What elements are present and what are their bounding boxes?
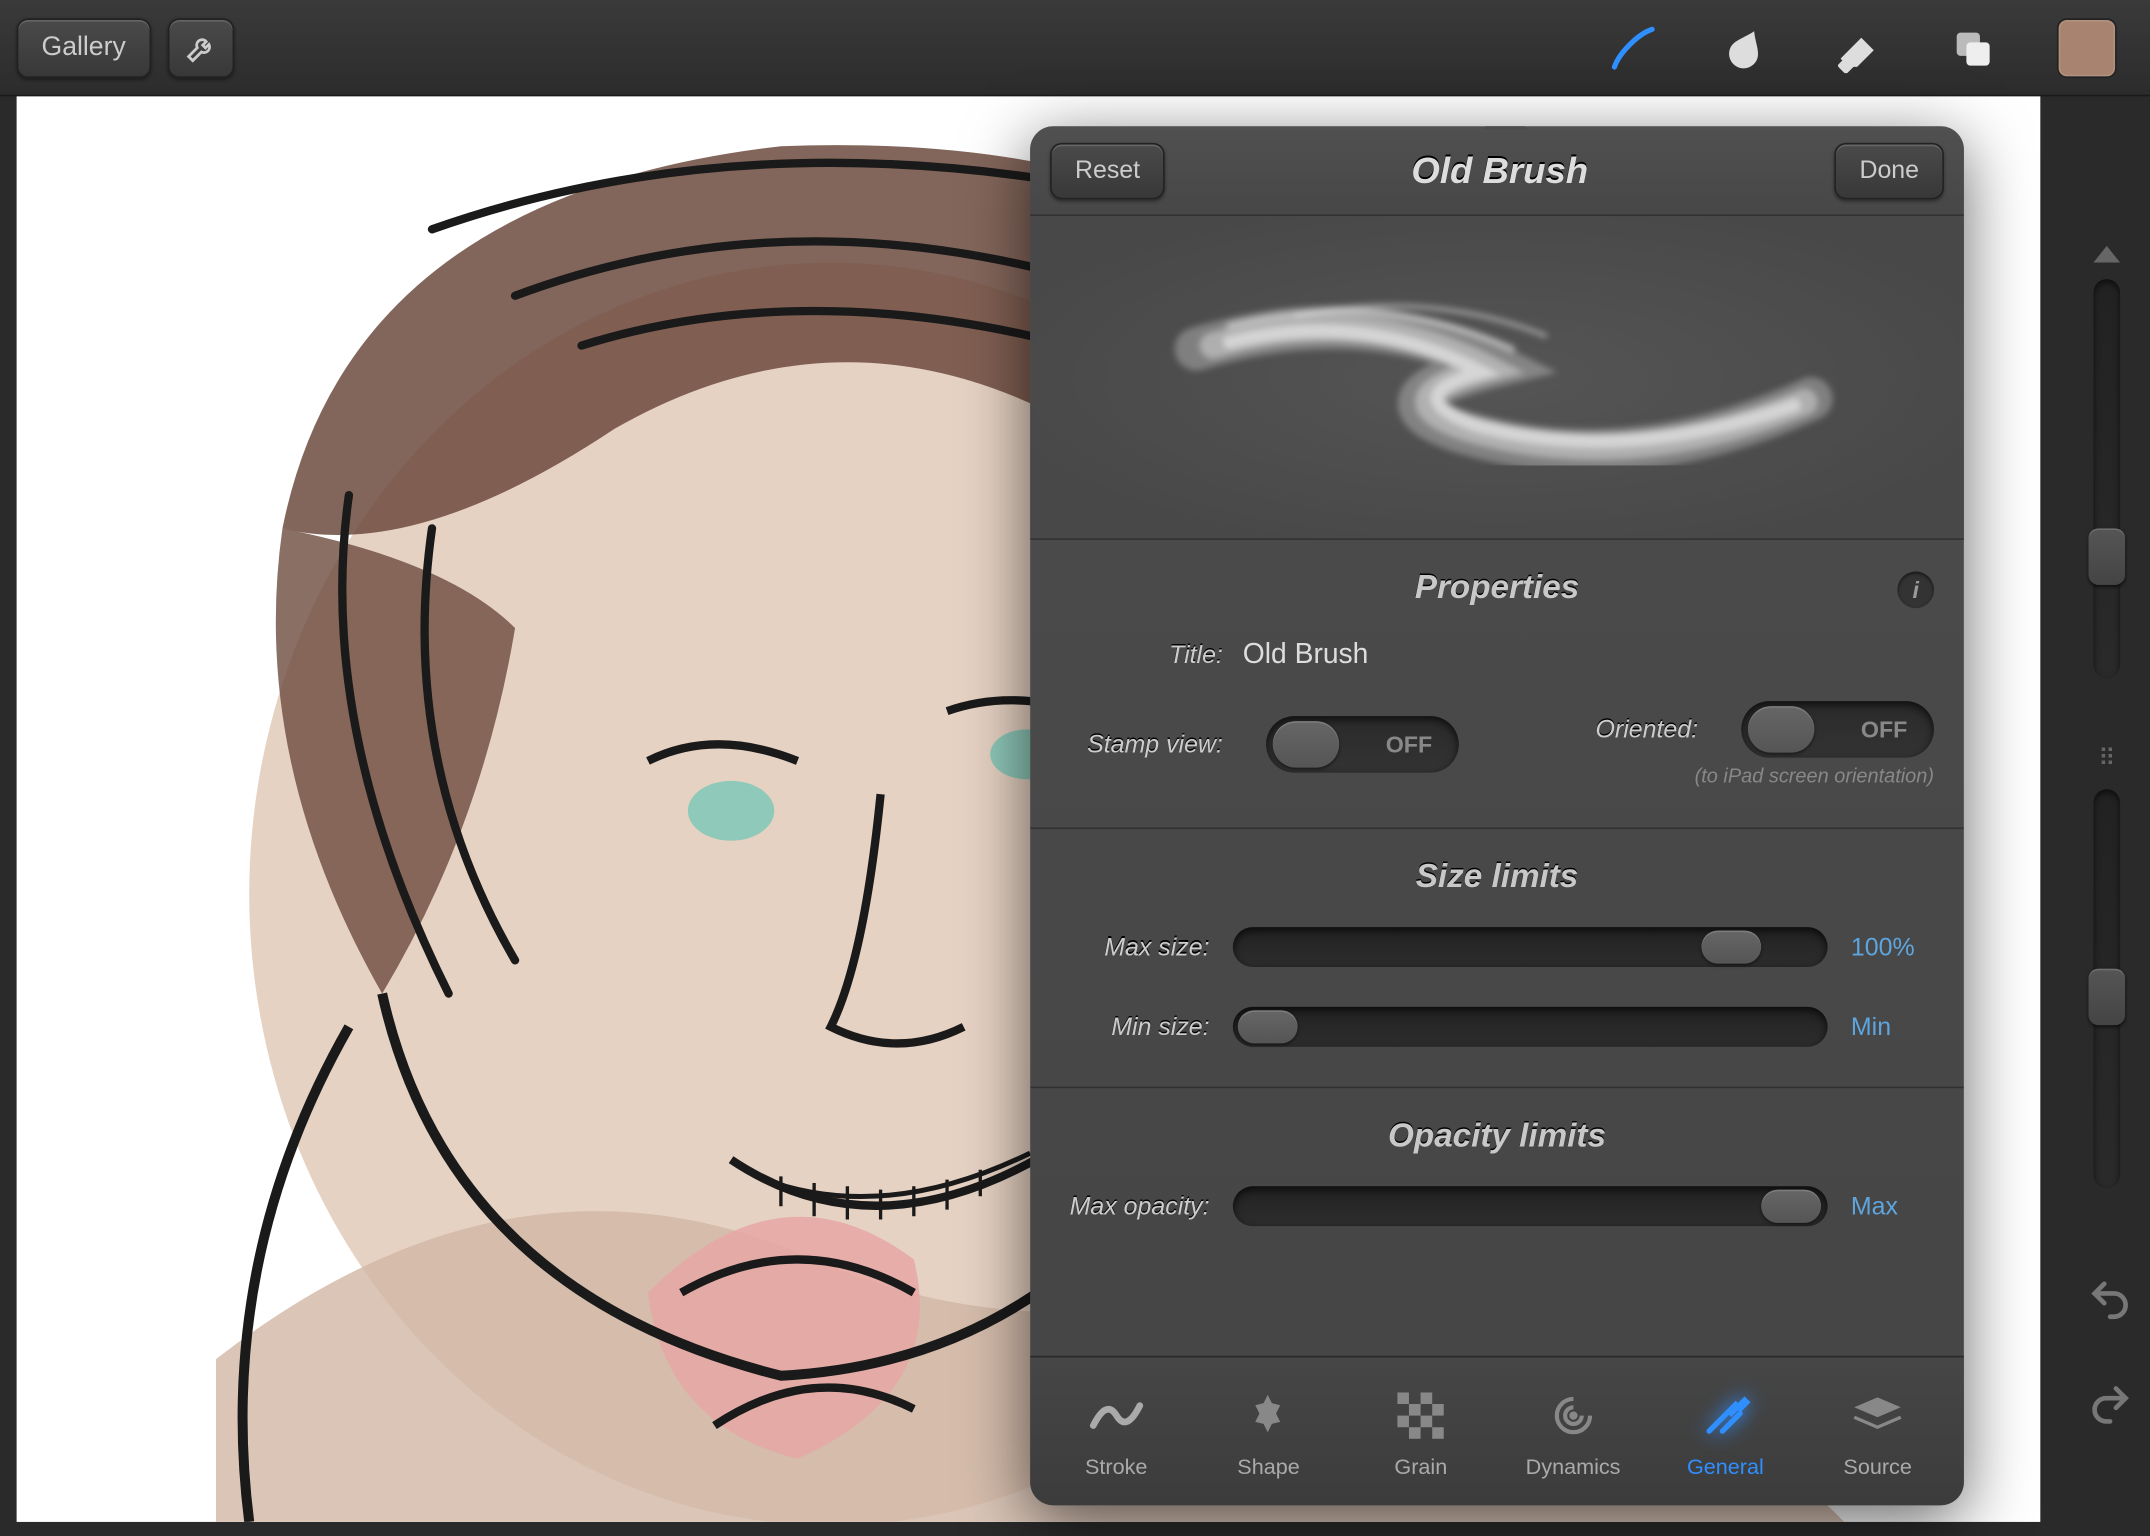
- min-size-label: Min size:: [1060, 1013, 1210, 1041]
- oriented-state: OFF: [1861, 716, 1908, 743]
- dynamics-icon: [1548, 1390, 1598, 1440]
- smudge-tool[interactable]: [1718, 19, 1774, 75]
- panel-header: Reset Old Brush Done: [1030, 126, 1964, 216]
- max-size-value: 100%: [1851, 933, 1934, 961]
- section-size-limits: Size limits Max size: 100% Min size: Min: [1030, 829, 1964, 1088]
- section-title-opacity: Opacity limits: [1388, 1118, 1606, 1156]
- slider-divider-icon: ⠿: [2098, 744, 2115, 772]
- brush-preview: [1030, 216, 1964, 540]
- min-size-slider[interactable]: [1233, 1007, 1828, 1047]
- redo-button[interactable]: [2087, 1381, 2134, 1436]
- brush-size-slider[interactable]: [2093, 279, 2120, 678]
- shape-icon: [1244, 1390, 1294, 1440]
- oriented-label: Oriented:: [1596, 715, 1718, 743]
- stroke-icon: [1086, 1392, 1146, 1439]
- section-properties: Properties i Title: Old Brush Stamp view…: [1030, 540, 1964, 829]
- tab-source[interactable]: Source: [1811, 1385, 1944, 1478]
- tab-source-label: Source: [1843, 1453, 1911, 1478]
- topbar: Gallery: [0, 0, 2150, 96]
- grain-icon: [1398, 1392, 1445, 1439]
- eraser-tool[interactable]: [1831, 19, 1887, 75]
- section-title-size: Size limits: [1416, 859, 1579, 897]
- wrench-icon: [184, 31, 217, 64]
- slider-top-indicator: [2093, 246, 2120, 263]
- tab-shape[interactable]: Shape: [1202, 1385, 1335, 1478]
- tab-stroke-label: Stroke: [1085, 1453, 1147, 1478]
- brush-icon: [1605, 19, 1661, 75]
- stamp-view-label: Stamp view:: [1060, 730, 1243, 758]
- panel-scroll[interactable]: Properties i Title: Old Brush Stamp view…: [1030, 540, 1964, 1356]
- min-size-value: Min: [1851, 1013, 1934, 1041]
- source-icon: [1851, 1393, 1904, 1436]
- tab-stroke[interactable]: Stroke: [1050, 1385, 1183, 1478]
- max-opacity-slider[interactable]: [1233, 1186, 1828, 1226]
- done-button[interactable]: Done: [1835, 142, 1944, 198]
- tab-grain[interactable]: Grain: [1354, 1385, 1487, 1478]
- tab-general-label: General: [1687, 1453, 1764, 1478]
- brush-opacity-slider[interactable]: [2093, 789, 2120, 1188]
- settings-button[interactable]: [167, 17, 233, 77]
- max-opacity-value: Max: [1851, 1192, 1934, 1220]
- section-opacity-limits: Opacity limits Max opacity: Max: [1030, 1088, 1964, 1243]
- max-size-slider[interactable]: [1233, 927, 1828, 967]
- title-label: Title:: [1060, 641, 1243, 669]
- oriented-toggle[interactable]: OFF: [1741, 701, 1934, 757]
- tab-grain-label: Grain: [1394, 1453, 1447, 1478]
- layers-icon: [1949, 24, 1996, 71]
- undo-icon: [2087, 1276, 2134, 1323]
- brush-settings-panel: Reset Old Brush Done Properties i: [1030, 126, 1964, 1505]
- brush-title-field[interactable]: Old Brush: [1243, 638, 1369, 671]
- smudge-icon: [1721, 22, 1771, 72]
- color-swatch[interactable]: [2057, 17, 2117, 77]
- eraser-icon: [1834, 22, 1884, 72]
- gallery-button[interactable]: Gallery: [17, 17, 151, 77]
- panel-title: Old Brush: [1182, 149, 1818, 192]
- oriented-caption: (to iPad screen orientation): [1695, 764, 1934, 787]
- tab-general[interactable]: General: [1659, 1385, 1792, 1478]
- redo-icon: [2087, 1381, 2134, 1428]
- tab-dynamics[interactable]: Dynamics: [1507, 1385, 1640, 1478]
- panel-tabs: Stroke Shape Grain Dynamics General Sour…: [1030, 1356, 1964, 1506]
- info-icon[interactable]: i: [1897, 571, 1934, 608]
- reset-button[interactable]: Reset: [1050, 142, 1165, 198]
- stamp-view-toggle[interactable]: OFF: [1266, 716, 1459, 772]
- layers-tool[interactable]: [1944, 19, 2000, 75]
- brush-tool[interactable]: [1605, 19, 1661, 75]
- max-opacity-label: Max opacity:: [1060, 1192, 1210, 1220]
- tab-shape-label: Shape: [1237, 1453, 1299, 1478]
- undo-button[interactable]: [2087, 1276, 2134, 1331]
- section-title-properties: Properties: [1415, 570, 1579, 608]
- stamp-view-state: OFF: [1386, 731, 1433, 758]
- max-size-label: Max size:: [1060, 933, 1210, 961]
- tab-dynamics-label: Dynamics: [1526, 1453, 1621, 1478]
- general-icon: [1699, 1388, 1752, 1441]
